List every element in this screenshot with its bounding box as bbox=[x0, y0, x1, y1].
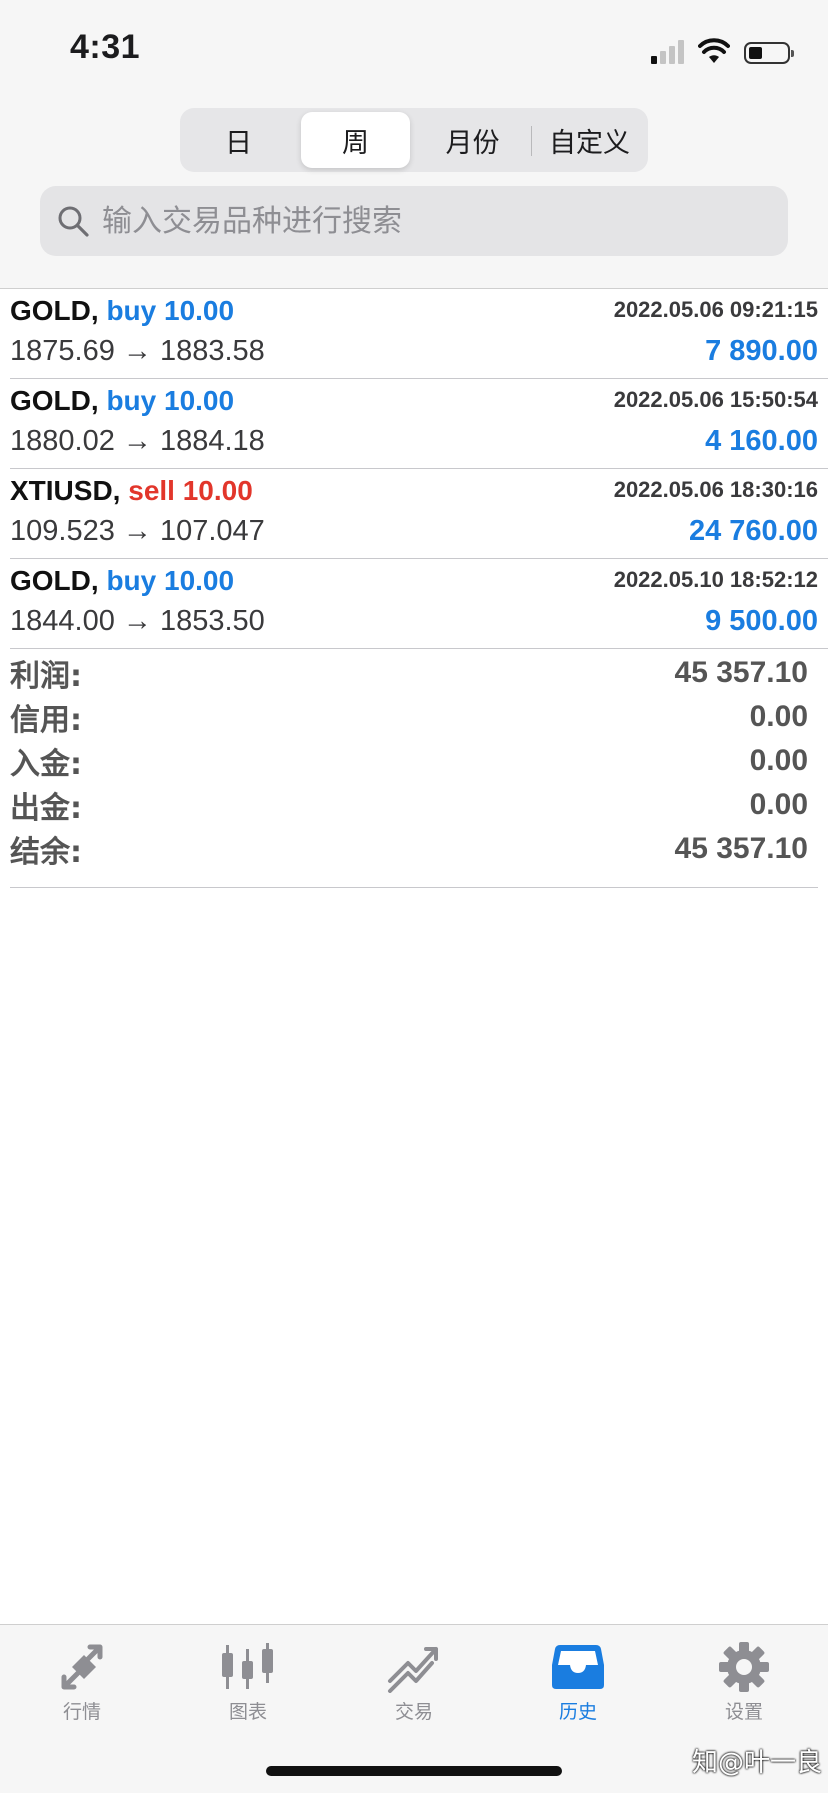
summary-value: 45 357.10 bbox=[674, 656, 808, 689]
candlestick-chart-icon bbox=[222, 1643, 273, 1689]
deal-datetime: 2022.05.06 18:30:16 bbox=[613, 477, 818, 502]
header-area: 4:31 日 周 月份 自定义 bbox=[0, 0, 828, 289]
tab-history[interactable]: 历史 bbox=[518, 1641, 638, 1724]
search-input[interactable] bbox=[100, 202, 744, 240]
status-icons bbox=[651, 34, 794, 64]
deal-row[interactable]: GOLD, buy 10.00 2022.05.10 18:52:12 1844… bbox=[10, 559, 828, 649]
deal-prices: 1880.02 → 1884.18 bbox=[10, 425, 265, 457]
tab-label: 图表 bbox=[228, 1701, 267, 1723]
battery-icon bbox=[744, 42, 794, 64]
summary-value: 0.00 bbox=[749, 700, 808, 733]
tab-label: 行情 bbox=[62, 1701, 101, 1723]
deal-prices: 1875.69 → 1883.58 bbox=[10, 335, 265, 367]
deal-row[interactable]: GOLD, buy 10.00 2022.05.06 15:50:54 1880… bbox=[10, 379, 828, 469]
deal-symbol: GOLD, bbox=[10, 295, 99, 326]
period-segmented-control: 日 周 月份 自定义 bbox=[180, 108, 648, 172]
summary-withdrawal: 出金: 0.00 bbox=[10, 783, 818, 827]
summary-label: 利润: bbox=[10, 659, 82, 694]
tab-custom[interactable]: 自定义 bbox=[531, 112, 644, 168]
summary-label: 信用: bbox=[10, 703, 82, 738]
home-indicator bbox=[266, 1766, 562, 1776]
tab-day[interactable]: 日 bbox=[184, 112, 293, 168]
summary-balance: 结余: 45 357.10 bbox=[10, 827, 818, 871]
deal-symbol: GOLD, bbox=[10, 385, 99, 416]
trade-trend-icon bbox=[388, 1647, 438, 1693]
status-time: 4:31 bbox=[70, 28, 141, 66]
tab-label: 设置 bbox=[724, 1701, 763, 1723]
summary-value: 45 357.10 bbox=[674, 832, 808, 865]
deal-datetime: 2022.05.06 15:50:54 bbox=[613, 387, 818, 412]
tab-settings[interactable]: 设置 bbox=[684, 1641, 804, 1724]
deal-direction: buy 10.00 bbox=[106, 385, 235, 416]
summary-profit: 利润: 45 357.10 bbox=[10, 651, 818, 695]
summary-credit: 信用: 0.00 bbox=[10, 695, 818, 739]
deal-direction: buy 10.00 bbox=[106, 295, 235, 326]
deal-profit: 9 500.00 bbox=[705, 605, 818, 637]
tab-charts[interactable]: 图表 bbox=[188, 1641, 308, 1724]
deal-profit: 24 760.00 bbox=[688, 515, 818, 547]
watermark: 知@叶一良 bbox=[691, 1748, 822, 1778]
deal-datetime: 2022.05.06 09:21:15 bbox=[613, 297, 818, 322]
deal-symbol: XTIUSD, bbox=[10, 475, 121, 506]
wifi-icon bbox=[698, 38, 730, 63]
summary-label: 入金: bbox=[10, 747, 82, 782]
summary-value: 0.00 bbox=[749, 788, 808, 821]
summary-section: 利润: 45 357.10 信用: 0.00 入金: 0.00 出金: 0.00… bbox=[10, 651, 818, 888]
summary-label: 出金: bbox=[10, 791, 82, 826]
deal-row[interactable]: XTIUSD, sell 10.00 2022.05.06 18:30:16 1… bbox=[10, 469, 828, 559]
deal-prices: 1844.00 → 1853.50 bbox=[10, 605, 265, 637]
summary-deposit: 入金: 0.00 bbox=[10, 739, 818, 783]
quotes-arrows-icon bbox=[61, 1644, 103, 1690]
tab-quotes[interactable]: 行情 bbox=[22, 1641, 142, 1724]
summary-value: 0.00 bbox=[749, 744, 808, 777]
deal-list: GOLD, buy 10.00 2022.05.06 09:21:15 1875… bbox=[0, 289, 828, 649]
history-inbox-icon bbox=[552, 1645, 604, 1689]
summary-label: 结余: bbox=[10, 835, 82, 870]
tab-week[interactable]: 周 bbox=[301, 112, 410, 168]
tab-label: 历史 bbox=[558, 1701, 597, 1723]
deal-direction: sell 10.00 bbox=[128, 475, 253, 506]
tab-trade[interactable]: 交易 bbox=[354, 1641, 474, 1724]
deal-profit: 4 160.00 bbox=[705, 425, 818, 457]
gear-icon bbox=[719, 1642, 769, 1692]
deal-row[interactable]: GOLD, buy 10.00 2022.05.06 09:21:15 1875… bbox=[10, 289, 828, 379]
search-icon bbox=[58, 206, 89, 237]
deal-prices: 109.523 → 107.047 bbox=[10, 515, 265, 547]
deal-direction: buy 10.00 bbox=[106, 565, 235, 596]
deal-datetime: 2022.05.10 18:52:12 bbox=[613, 567, 818, 592]
deal-profit: 7 890.00 bbox=[705, 335, 818, 367]
tab-label: 交易 bbox=[394, 1701, 433, 1723]
deal-symbol: GOLD, bbox=[10, 565, 99, 596]
tab-month[interactable]: 月份 bbox=[418, 112, 527, 168]
search-bar[interactable] bbox=[40, 186, 788, 256]
cell-signal-icon bbox=[651, 38, 684, 64]
